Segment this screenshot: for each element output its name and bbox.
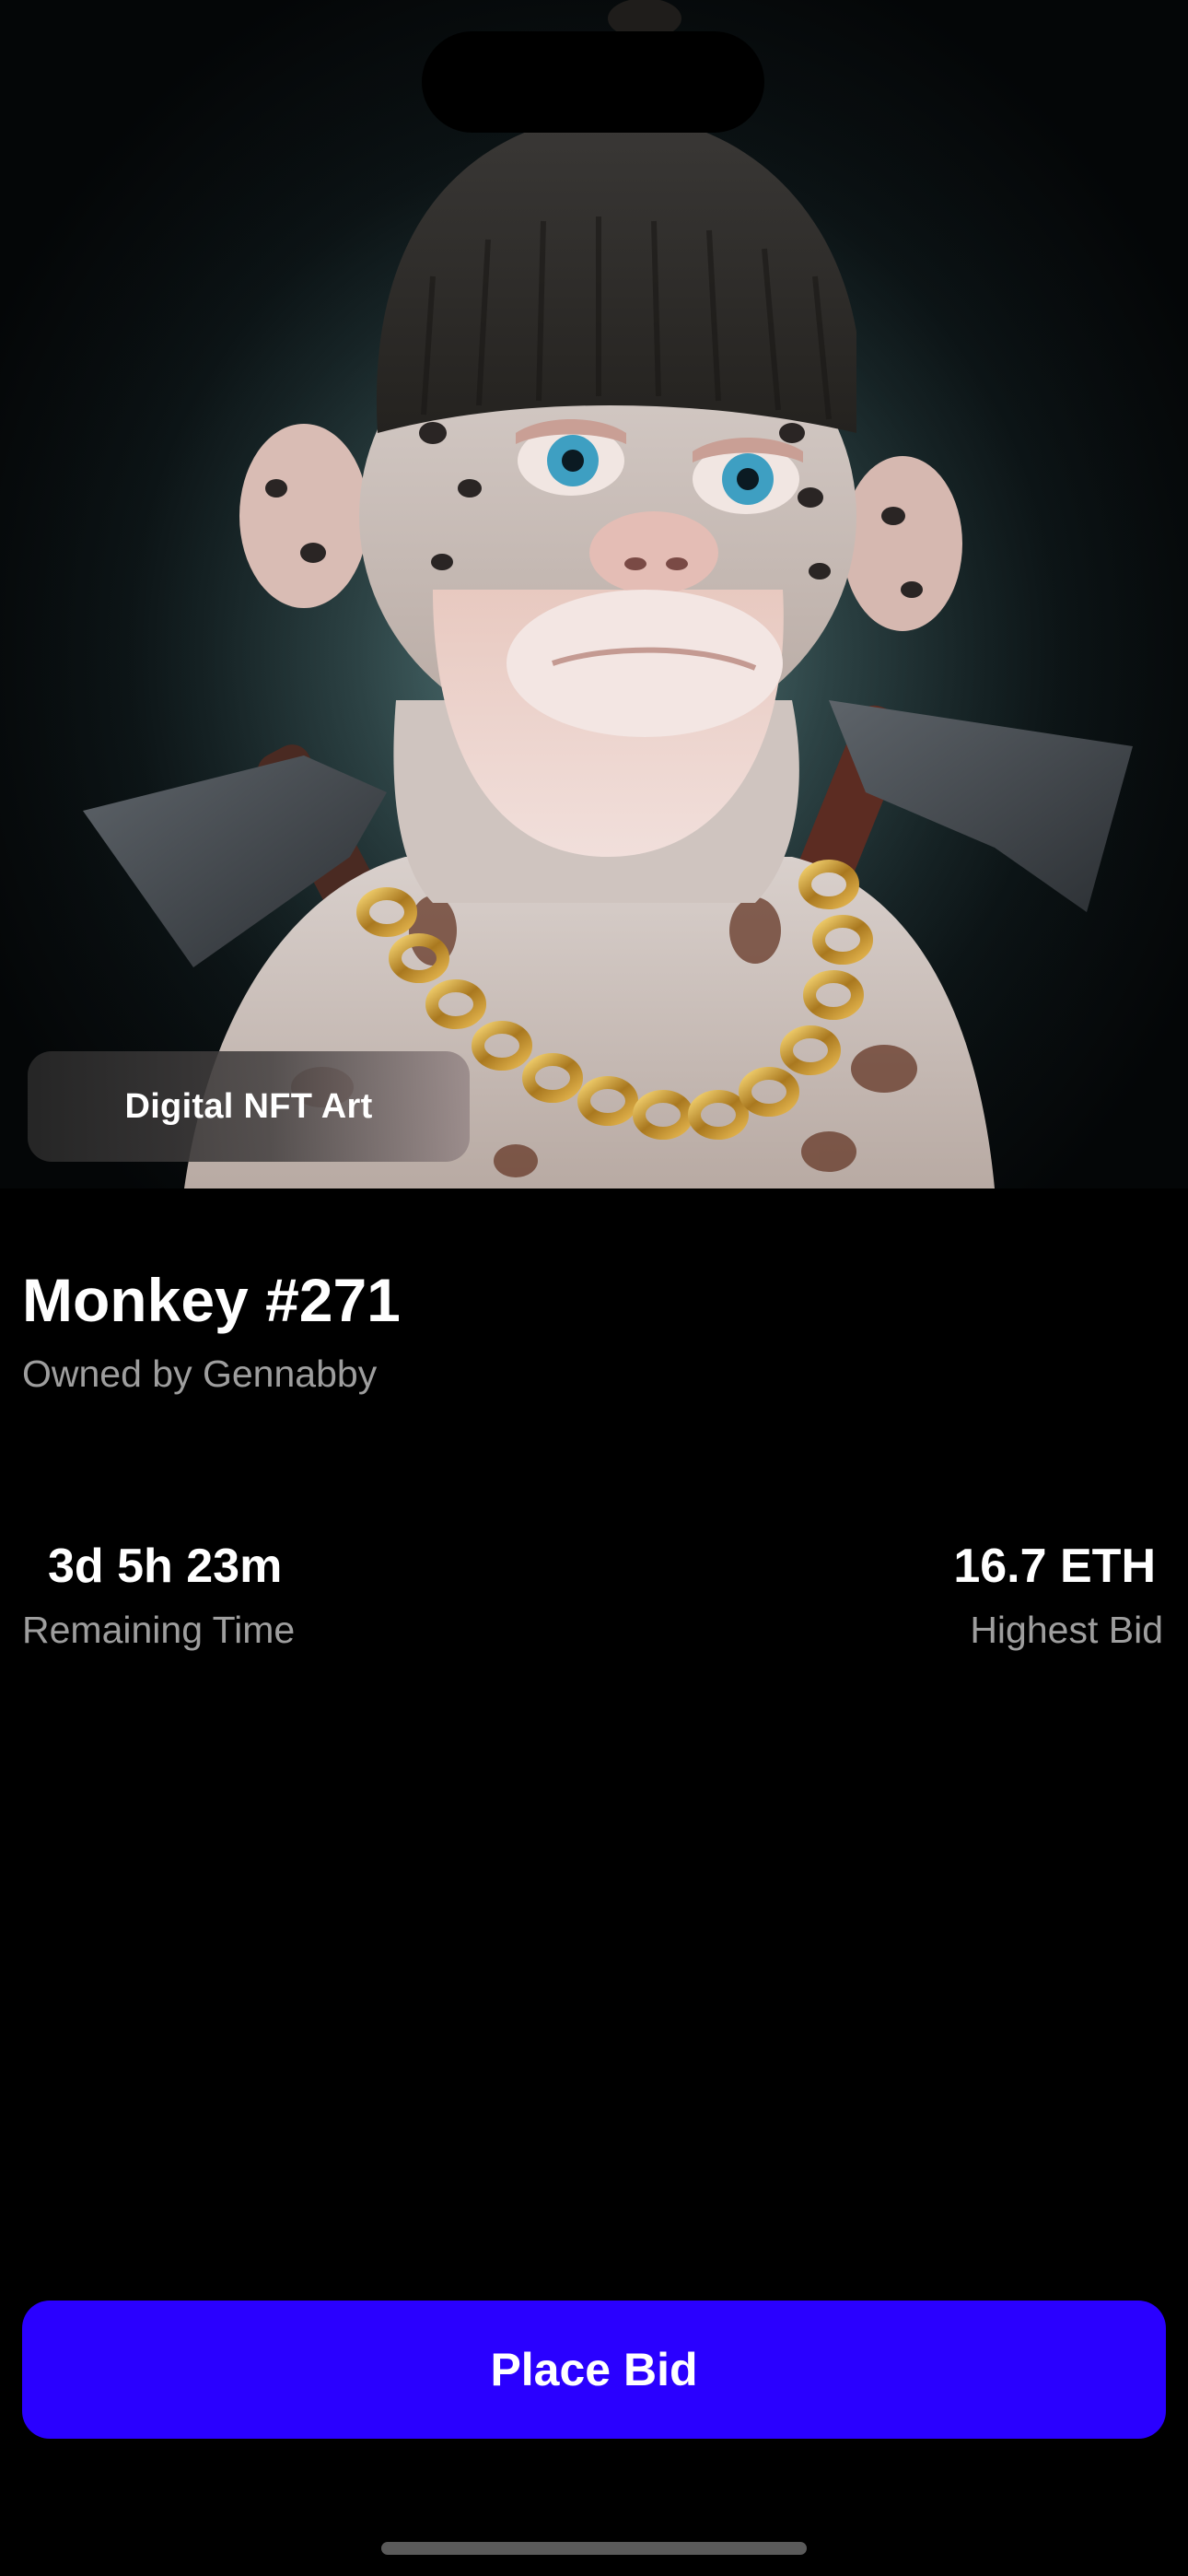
category-chip: Digital NFT Art: [28, 1051, 470, 1162]
category-chip-label: Digital NFT Art: [124, 1086, 373, 1126]
remaining-time-label: Remaining Time: [22, 1609, 296, 1651]
dynamic-island: [422, 31, 764, 133]
place-bid-label: Place Bid: [490, 2344, 698, 2395]
monkey-artwork: [0, 0, 1188, 1188]
home-indicator[interactable]: [381, 2542, 807, 2555]
nft-title: Monkey #271: [22, 1266, 401, 1334]
nft-detail-screen: Digital NFT Art Monkey #271 Owned by Gen…: [0, 0, 1188, 2576]
nft-owner: Owned by Gennabby: [22, 1352, 378, 1395]
highest-bid-label: Highest Bid: [970, 1609, 1163, 1651]
remaining-time-value: 3d 5h 23m: [48, 1540, 283, 1593]
highest-bid-value: 16.7 ETH: [953, 1540, 1156, 1593]
place-bid-button[interactable]: Place Bid: [22, 2301, 1166, 2439]
nft-artwork-image: Digital NFT Art: [0, 0, 1188, 1188]
